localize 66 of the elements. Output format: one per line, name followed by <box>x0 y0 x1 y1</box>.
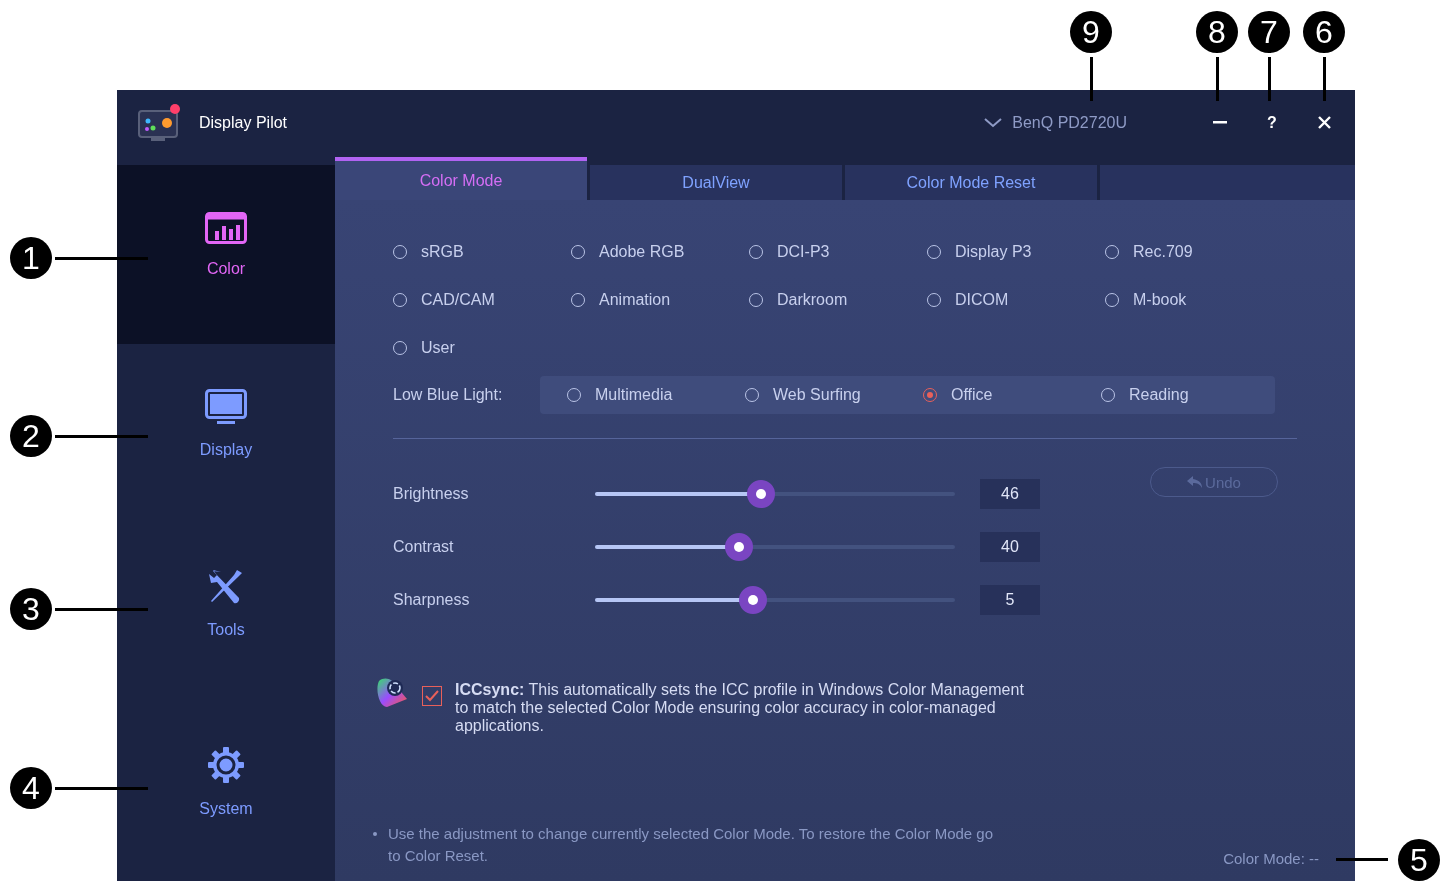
close-icon <box>1317 116 1331 129</box>
radio-option[interactable]: Adobe RGB <box>571 241 749 263</box>
status-text: Color Mode: -- <box>1223 850 1319 867</box>
callout-marker: 1 <box>10 237 52 279</box>
radio-option[interactable]: DCI-P3 <box>749 241 927 263</box>
slider-label: Sharpness <box>393 591 471 609</box>
value-field[interactable]: 46 <box>980 479 1040 509</box>
radio-option[interactable]: Animation <box>571 289 749 311</box>
radio-option[interactable]: Web Surfing <box>745 384 923 406</box>
callout-marker: 9 <box>1070 11 1112 53</box>
chevron-down-icon <box>984 117 1003 128</box>
window-title: Display Pilot <box>199 113 288 132</box>
slider-track[interactable] <box>595 586 955 614</box>
iccsync-description: ICCsync: This automatically sets the ICC profile in Windows Color Management to match the selected Color Mode ensuring color accuracy in color-managed applications. <box>455 681 1025 735</box>
slider-track[interactable] <box>595 533 955 561</box>
radio-option[interactable]: DICOM <box>927 289 1105 311</box>
leader-line <box>1090 57 1093 101</box>
slider-label: Contrast <box>393 538 455 556</box>
undo-arrow-icon <box>1187 476 1203 488</box>
callout-marker: 4 <box>10 767 52 809</box>
bullet-icon <box>373 832 377 836</box>
leader-line <box>1268 57 1271 101</box>
value-field[interactable]: 5 <box>980 585 1040 615</box>
callout-marker: 5 <box>1398 839 1440 881</box>
radio-option[interactable]: User <box>393 337 571 359</box>
tab[interactable]: DualView <box>590 165 842 200</box>
slider-track[interactable] <box>595 480 955 508</box>
slider-thumb[interactable] <box>725 533 753 561</box>
note-text: Use the adjustment to change currently selected Color Mode. To restore the Color Mode go to Color Reset. <box>388 824 995 866</box>
sidebar-item[interactable]: Color <box>117 165 335 344</box>
monitor-logo-icon <box>137 102 183 143</box>
sidebar-item[interactable]: Display <box>117 344 335 523</box>
leader-line <box>1323 57 1326 101</box>
chart-icon <box>205 211 247 244</box>
radio-option[interactable]: Office <box>923 384 1101 406</box>
radio-option[interactable]: Darkroom <box>749 289 927 311</box>
value-field[interactable]: 40 <box>980 532 1040 562</box>
slider-thumb[interactable] <box>739 586 768 614</box>
sidebar-item[interactable]: Tools <box>117 523 335 702</box>
callout-marker: 2 <box>10 415 52 457</box>
radio-option[interactable]: CAD/CAM <box>393 289 571 311</box>
callout-marker: 8 <box>1196 11 1238 53</box>
slider-thumb[interactable] <box>746 480 775 508</box>
device-dropdown[interactable]: BenQ PD2720U <box>984 113 1127 132</box>
callout-marker: 7 <box>1248 11 1290 53</box>
radio-option[interactable]: M-book <box>1105 289 1283 311</box>
leader-line <box>1216 57 1219 101</box>
slider-label: Brightness <box>393 485 470 503</box>
minimize-icon <box>1213 121 1227 124</box>
tab[interactable]: Color Mode <box>335 157 587 200</box>
leader-line <box>1336 858 1388 861</box>
tab[interactable]: Color Mode Reset <box>845 165 1097 200</box>
color-gamut-icon <box>375 677 409 709</box>
gear-icon <box>207 745 245 784</box>
radio-option[interactable]: Display P3 <box>927 241 1105 263</box>
radio-option[interactable]: Multimedia <box>567 384 745 406</box>
monitor-icon <box>205 388 247 425</box>
callout-marker: 6 <box>1303 11 1345 53</box>
radio-option[interactable]: Reading <box>1101 384 1279 406</box>
checkbox[interactable] <box>422 686 442 706</box>
radio-option[interactable]: Rec.709 <box>1105 241 1283 263</box>
callout-marker: 3 <box>10 588 52 630</box>
help-button[interactable]: ? <box>1259 109 1285 136</box>
check-icon <box>425 690 439 702</box>
radio-option[interactable]: sRGB <box>393 241 571 263</box>
light-filter-label: Low Blue Light: <box>393 386 504 404</box>
